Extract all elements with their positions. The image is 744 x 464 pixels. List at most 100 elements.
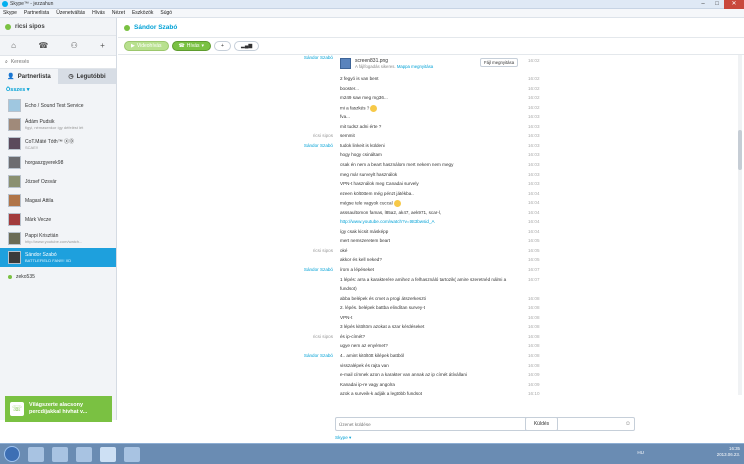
promo-banner[interactable]: ☏ Világszerte alacsony percdíjakkal hívh… [5, 396, 112, 422]
message-time: 16:10 [528, 391, 540, 397]
message-row: 1 lépés: arra a karakterére amihez a fel… [118, 277, 738, 286]
contacts-icon: 👤 [7, 74, 15, 80]
menu-tools[interactable]: Eszközök [132, 10, 153, 16]
message-text: abba belépek és cmet a progi átszerkeszt… [340, 296, 426, 301]
message-text: azok a surveik-k adják a legtöbb fundsot [340, 391, 422, 396]
message-text: 4.. amint kitöltött kilépek battból [340, 353, 404, 358]
promo-line-2: percdíjakkal hívhat v... [29, 409, 88, 415]
title-bar: Skype™ - jezzahun – □ ✕ [0, 0, 744, 9]
menu-view[interactable]: Nézet [112, 10, 125, 16]
contact-item[interactable]: Ádám Pudsik figyi, némasenkor így défelés… [0, 115, 116, 134]
contact-item[interactable]: CoT.Máté Tóth™ ⓍⒹ SCAE!! [0, 134, 116, 153]
message-sender[interactable]: ricsi sipos [313, 133, 333, 138]
add-contact-icon[interactable]: + [100, 41, 105, 50]
tab-contacts[interactable]: 👤 Partnerlista [0, 69, 58, 84]
message-text: visszalépek és rajta van [340, 363, 389, 368]
scrollbar[interactable] [738, 55, 742, 395]
menu-skype[interactable]: Skype [3, 10, 17, 16]
create-group-icon[interactable]: ⚇ [71, 41, 78, 50]
skype-menu-label[interactable]: Skype ▾ [335, 435, 351, 441]
taskbar-explorer[interactable] [28, 446, 44, 462]
message-body: http://www.youtube.com/watch?v=t6t3bwsid… [340, 219, 435, 225]
message-text: 2 fegyó is van bent [340, 76, 379, 81]
menu-help[interactable]: Súgó [160, 10, 172, 16]
message-time: 16:08 [528, 314, 540, 320]
scrollbar-thumb[interactable] [738, 130, 742, 170]
message-time: 16:09 [528, 381, 540, 387]
message-row: azok a surveik-k adják a legtöbb fundsot… [118, 391, 738, 400]
message-row: 2. lépés. belépek battba elindítan surve… [118, 305, 738, 314]
message-link[interactable]: http://www.youtube.com/watch?v=t6t3bwsid… [340, 219, 435, 224]
message-sender[interactable]: ricsi sipos [313, 334, 333, 339]
taskbar-folder[interactable] [52, 446, 68, 462]
message-row: így csak kicsit másképp 16:04 [118, 229, 738, 238]
taskbar-skype[interactable] [100, 446, 116, 462]
tab-recent[interactable]: ◷ Legutóbbi [58, 69, 116, 84]
message-text: ugye nem az enyémet? [340, 343, 388, 348]
message-row: mit tudsz adni érte ? 16:03 [118, 124, 738, 133]
menu-contacts[interactable]: Partnerlista [24, 10, 49, 16]
maximize-button[interactable]: □ [710, 0, 724, 9]
emoticon-icon[interactable]: ☺ [625, 421, 631, 427]
contact-item[interactable]: Echo / Sound Test Service [0, 96, 116, 115]
message-row: Sándor Szabó [118, 55, 738, 64]
message-row: e-mail címnek azon a karakter van annak … [118, 372, 738, 381]
message-text: ezeen költöttem még pénzt játékba.. [340, 191, 414, 196]
contact-item[interactable]: Magasi Attila [0, 191, 116, 210]
call-phones-icon[interactable]: ☎ [38, 41, 48, 50]
contact-item[interactable]: Pappi Krisztián http://www.youtube.com/wa… [0, 229, 116, 248]
message-time: 16:05 [528, 257, 540, 263]
status-online-icon[interactable] [5, 23, 11, 30]
send-button[interactable]: Küldés [525, 417, 558, 431]
contact-item[interactable]: József Ozsvár [0, 172, 116, 191]
profile-bar[interactable]: ricsi sipos [0, 18, 116, 36]
message-row: VPN-t 16:08 [118, 315, 738, 324]
message-time: 16:04 [528, 209, 540, 215]
message-input[interactable] [339, 421, 599, 427]
contact-filter[interactable]: Összes ▾ [0, 84, 116, 96]
language-indicator[interactable]: HU [637, 450, 644, 455]
taskbar-media[interactable] [124, 446, 140, 462]
message-time: 16:04 [528, 219, 540, 225]
contact-item-selected[interactable]: Sándor Szabó BATTLEFIELD FAN!!!! XD [0, 248, 116, 267]
contact-item[interactable]: Márk Vecze [0, 210, 116, 229]
taskbar-firefox[interactable] [76, 446, 92, 462]
minimize-button[interactable]: – [696, 0, 710, 9]
message-sender[interactable]: Sándor Szabó [304, 353, 333, 358]
home-icon[interactable]: ⌂ [11, 41, 16, 50]
contact-name: horgaszgyerek98 [25, 159, 64, 166]
call-quality-button[interactable]: ▂▄▆ [233, 41, 260, 51]
clock[interactable]: 16:35 2013.06.23. [717, 446, 740, 458]
video-icon: ▶ [131, 43, 135, 49]
message-sender[interactable]: ricsi sipos [313, 248, 333, 253]
message-row: asssaultomon famas, l85a2, ak47, aek971,… [118, 210, 738, 219]
sidebar-tabs: 👤 Partnerlista ◷ Legutóbbi [0, 69, 116, 84]
message-time: 16:09 [528, 372, 540, 378]
contact-item[interactable]: zeko535 [0, 267, 116, 286]
avatar [8, 194, 21, 207]
message-body: 2. lépés. belépek battba elindítan surve… [340, 305, 426, 311]
call-button[interactable]: ☎ Hívás ▾ [171, 41, 212, 51]
message-time: 16:03 [528, 161, 540, 167]
message-sender[interactable]: Sándor Szabó [304, 267, 333, 272]
menu-conversations[interactable]: Üzenetváltás [56, 10, 85, 16]
video-call-button[interactable]: ▶ Videohívás [124, 41, 169, 51]
add-people-button[interactable]: + [214, 41, 231, 51]
message-row: Sándor Szabó írom a lépéseket 16:07 [118, 267, 738, 276]
conversation-title[interactable]: Sándor Szabó [134, 24, 177, 31]
message-body: visszalépek és rajta van [340, 362, 389, 368]
message-time: 16:03 [528, 171, 540, 177]
close-button[interactable]: ✕ [724, 0, 744, 9]
message-body: asssaultomon famas, l85a2, ak47, aek971,… [340, 209, 442, 215]
message-sender[interactable]: Sándor Szabó [304, 55, 333, 60]
promo-line-1: Világszerte alacsony [29, 402, 84, 408]
contact-item[interactable]: horgaszgyerek98 [0, 153, 116, 172]
message-text: mi a faszkés ? [340, 104, 378, 112]
start-button[interactable] [4, 446, 20, 462]
search-input[interactable] [10, 59, 101, 65]
message-text: semmit [340, 133, 355, 138]
message-text: 2. lépés. belépek battba elindítan surve… [340, 305, 425, 310]
menu-call[interactable]: Hívás [92, 10, 105, 16]
contact-mood: figyi, némasenkor így défelést lét [25, 125, 84, 130]
message-sender[interactable]: Sándor Szabó [304, 143, 333, 148]
